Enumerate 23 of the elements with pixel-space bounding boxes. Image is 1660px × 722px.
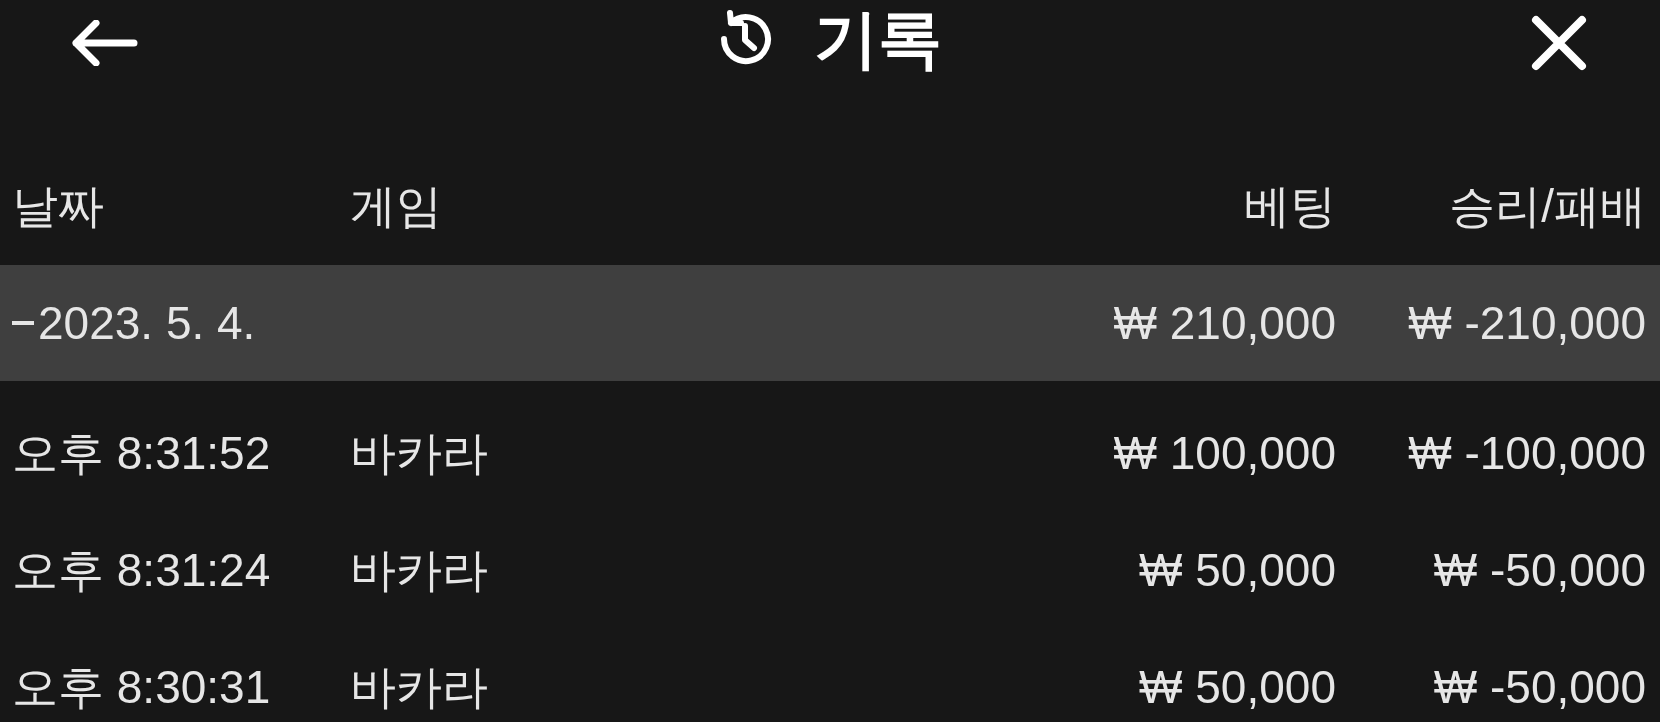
table-cell: 바카라 [350,427,488,479]
column-header: 날짜 [12,180,104,232]
table-cell: ₩ 50,000 [1139,661,1336,713]
table-cell: 오후 8:31:24 [12,544,271,596]
table-cell: ₩ 50,000 [1139,544,1336,596]
page-title: 기록 [814,7,942,71]
table-cell: ₩ 100,000 [1113,427,1336,479]
column-header: 베팅 [1244,180,1336,232]
table-cell: ₩ -100,000 [1408,427,1646,479]
table-cell-text: 2023. 5. 4. [38,295,256,351]
table-cell: ₩ -50,000 [1433,661,1646,713]
table-cell: 오후 8:31:52 [12,427,271,479]
table-cell: 바카라 [350,661,488,713]
column-header: 게임 [350,180,442,232]
group-row[interactable]: 2023. 5. 4. ₩ 210,000 ₩ -210,000 [0,265,1660,381]
table-cell: ₩ 210,000 [1113,296,1336,349]
back-arrow-icon[interactable] [72,20,138,66]
table-cell: 오후 8:30:31 [12,661,271,713]
column-header: 승리/패배 [1449,180,1646,232]
table-cell: ₩ -50,000 [1433,544,1646,596]
close-icon[interactable] [1530,14,1588,72]
table-cell: ₩ -210,000 [1408,296,1646,349]
table-cell: 바카라 [350,544,488,596]
